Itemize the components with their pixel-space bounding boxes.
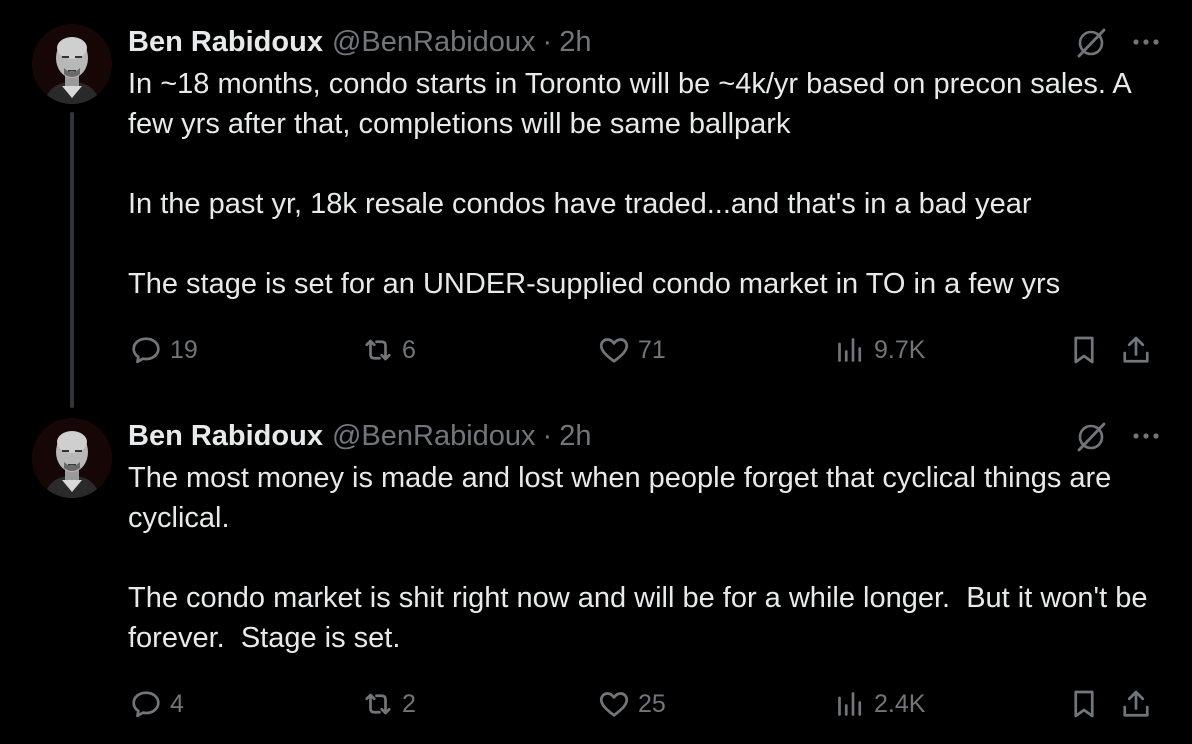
tweet[interactable]: Ben Rabidoux @BenRabidoux · 2h In ~18 mo… — [0, 0, 1192, 408]
bookmark-button[interactable] — [1066, 682, 1102, 726]
reply-count: 4 — [170, 689, 184, 718]
like-count: 25 — [638, 689, 666, 718]
tweet-header: Ben Rabidoux @BenRabidoux · 2h — [128, 24, 591, 60]
tweet-text: The most money is made and lost when peo… — [128, 458, 1148, 658]
action-bar: 19 6 71 9.7K — [128, 328, 1168, 372]
repost-button[interactable]: 6 — [360, 328, 416, 372]
like-button[interactable]: 71 — [596, 328, 666, 372]
tweet-paragraph: In the past yr, 18k resale condos have t… — [128, 188, 1032, 220]
like-count: 71 — [638, 335, 666, 364]
tweet-paragraph: The stage is set for an UNDER-supplied c… — [128, 268, 1061, 300]
separator-dot: · — [542, 25, 553, 58]
views-button[interactable]: 2.4K — [832, 682, 925, 726]
like-icon — [599, 338, 629, 363]
share-button[interactable] — [1118, 682, 1154, 726]
views-icon — [838, 692, 862, 716]
views-count: 9.7K — [874, 335, 926, 364]
reply-count: 19 — [170, 335, 198, 364]
grok-icon[interactable] — [1074, 420, 1108, 454]
tweet-paragraph: The condo market is shit right now and w… — [128, 582, 1156, 654]
repost-icon — [365, 339, 391, 361]
timestamp[interactable]: 2h — [559, 26, 591, 59]
reply-button[interactable]: 19 — [128, 328, 198, 372]
tweet-paragraph: In ~18 months, condo starts in Toronto w… — [128, 68, 1139, 140]
author-handle[interactable]: @BenRabidoux — [332, 420, 536, 453]
repost-button[interactable]: 2 — [360, 682, 416, 726]
like-button[interactable]: 25 — [596, 682, 666, 726]
tweet-text: In ~18 months, condo starts in Toronto w… — [128, 64, 1148, 304]
action-bar: 4 2 25 2.4K — [128, 682, 1168, 726]
like-icon — [599, 692, 629, 717]
share-icon — [1123, 690, 1149, 717]
bookmark-button[interactable] — [1066, 328, 1102, 372]
repost-count: 6 — [402, 335, 416, 364]
reply-icon — [132, 691, 160, 718]
tweet-paragraph: The most money is made and lost when peo… — [128, 462, 1120, 534]
repost-icon — [365, 693, 391, 715]
avatar[interactable] — [32, 418, 112, 498]
repost-count: 2 — [402, 689, 416, 718]
tweet-header: Ben Rabidoux @BenRabidoux · 2h — [128, 418, 591, 454]
author-handle[interactable]: @BenRabidoux — [332, 26, 536, 59]
share-button[interactable] — [1118, 328, 1154, 372]
grok-icon[interactable] — [1074, 26, 1108, 60]
reply-button[interactable]: 4 — [128, 682, 184, 726]
views-count: 2.4K — [874, 689, 926, 718]
bookmark-icon — [1074, 336, 1094, 364]
avatar[interactable] — [32, 24, 112, 104]
timestamp[interactable]: 2h — [559, 420, 591, 453]
bookmark-icon — [1074, 690, 1094, 718]
author-name[interactable]: Ben Rabidoux — [128, 26, 323, 59]
author-name[interactable]: Ben Rabidoux — [128, 420, 323, 453]
reply-icon — [132, 337, 160, 364]
views-button[interactable]: 9.7K — [832, 328, 925, 372]
more-icon[interactable] — [1130, 28, 1162, 56]
more-icon[interactable] — [1130, 422, 1162, 450]
views-icon — [838, 338, 862, 362]
tweet[interactable]: Ben Rabidoux @BenRabidoux · 2h The most … — [0, 394, 1192, 744]
share-icon — [1123, 336, 1149, 363]
separator-dot: · — [542, 419, 553, 452]
thread-connector-line — [70, 112, 74, 408]
